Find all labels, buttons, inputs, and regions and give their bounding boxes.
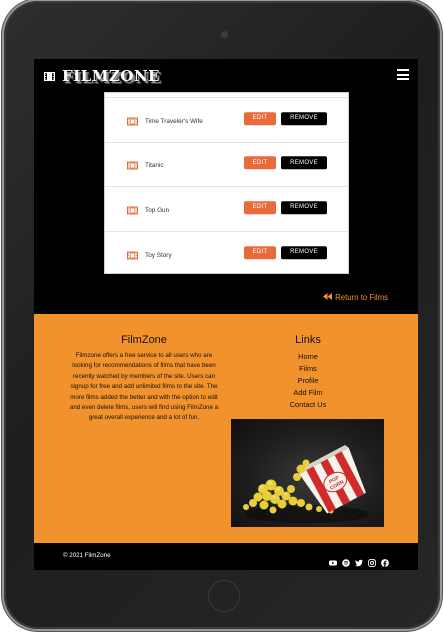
about-title: FilmZone [121,334,167,346]
film-row: Time Traveler's Wife EDIT REMOVE [105,98,348,143]
film-icon [127,155,138,174]
about-text: Filmzone offers a free service to all us… [69,352,219,422]
remove-button[interactable]: REMOVE [281,200,327,214]
film-icon [127,244,138,263]
social-icons [329,552,389,567]
brand-name: FILMZONE [62,67,160,85]
footer-link-films[interactable]: Films [254,363,362,375]
film-icon [127,199,138,218]
tablet-frame: FILMZONE Time Traveler's Wife EDIT REMOV… [4,1,440,629]
remove-button[interactable]: REMOVE [281,156,327,170]
camera-dot [221,31,228,38]
remove-button[interactable]: REMOVE [281,111,327,125]
return-to-films-link[interactable]: Return to Films [323,293,388,302]
home-button[interactable] [208,580,240,612]
edit-button[interactable]: EDIT [244,200,276,214]
backward-icon [323,293,333,302]
twitter-icon[interactable] [355,552,363,567]
facebook-icon[interactable] [381,552,389,567]
remove-button[interactable]: REMOVE [281,245,327,259]
film-title: Titanic [145,162,164,170]
hamburger-menu-icon[interactable] [397,69,409,80]
brand[interactable]: FILMZONE [44,67,160,85]
return-link-label: Return to Films [335,293,388,302]
film-row: Toy Story EDIT REMOVE [105,232,348,277]
footer-link-home[interactable]: Home [254,351,362,363]
film-icon [127,110,138,129]
links-section: Links Home Films Profile Add Film Contac… [254,334,362,411]
navbar: FILMZONE [34,59,418,93]
film-row: Titanic EDIT REMOVE [105,143,348,187]
film-title: Time Traveler's Wife [145,117,203,125]
spotify-icon[interactable] [342,552,350,567]
popcorn-image: POP CORN [231,419,384,527]
instagram-icon[interactable] [368,552,376,567]
footer-link-profile[interactable]: Profile [254,375,362,387]
film-icon [44,71,55,81]
footer: FilmZone Filmzone offers a free service … [34,314,418,543]
film-title: Top Gun [145,206,170,214]
film-title: Toy Story [145,251,172,259]
film-row: Top Gun EDIT REMOVE [105,187,348,232]
film-list-card: Time Traveler's Wife EDIT REMOVE Titanic… [104,92,349,274]
youtube-icon[interactable] [329,552,337,566]
copyright-text: © 2021 FilmZone [63,552,111,559]
footer-link-add-film[interactable]: Add Film [254,387,362,399]
screen: FILMZONE Time Traveler's Wife EDIT REMOV… [34,59,418,570]
bottom-bar: © 2021 FilmZone [34,543,418,570]
edit-button[interactable]: EDIT [244,111,276,125]
edit-button[interactable]: EDIT [244,245,276,259]
about-section: FilmZone Filmzone offers a free service … [69,334,219,424]
edit-button[interactable]: EDIT [244,156,276,170]
footer-link-contact-us[interactable]: Contact Us [254,399,362,411]
links-title: Links [295,334,321,346]
